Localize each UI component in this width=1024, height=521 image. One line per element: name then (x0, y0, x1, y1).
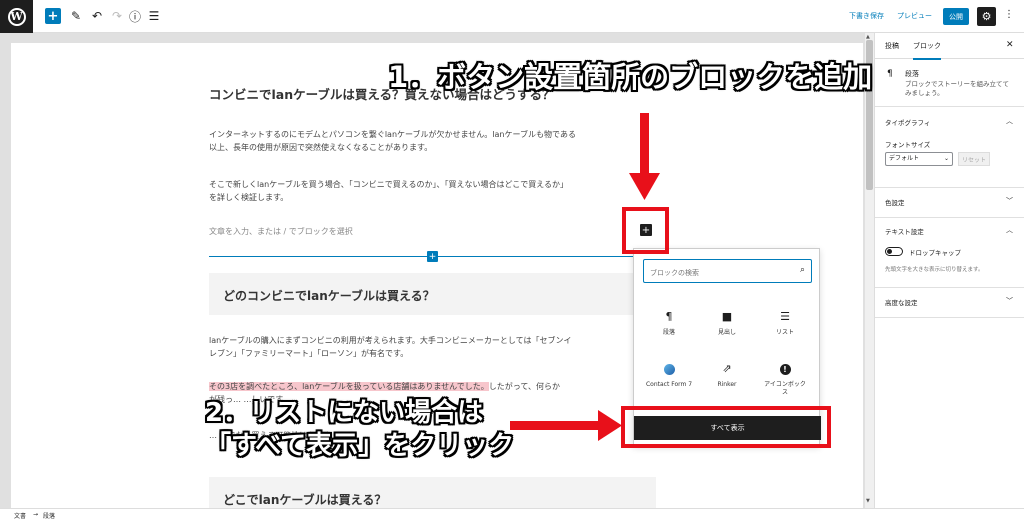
redo-icon[interactable]: ↷ (109, 8, 125, 24)
paragraph-3[interactable]: lanケーブルの購入にまずコンビニの利用が考えられます。大手コンビニメーカーとし… (209, 334, 649, 360)
breadcrumb-separator: → (33, 511, 39, 518)
annotation-step-2-line-1: 2．リストにない場合は (205, 398, 484, 428)
preview-button[interactable]: プレビュー (897, 11, 932, 21)
divider (875, 106, 1024, 107)
wordpress-logo-icon[interactable]: W (0, 0, 33, 33)
divider (875, 287, 1024, 288)
undo-icon[interactable]: ↶ (89, 8, 105, 24)
typography-panel-title[interactable]: タイポグラフィ (885, 117, 930, 127)
block-card-description: ブロックでストーリーを組み立てて みましょう。 (905, 80, 1009, 97)
paragraph-icon: ¶ (887, 69, 893, 79)
top-toolbar: W + ✎ ↶ ↷ ⓘ ☰ 下書き保存 プレビュー 公開 ⚙ ⋮ (0, 0, 1024, 33)
inserter-item-contact-form-7[interactable]: Contact Form 7 (640, 361, 698, 405)
list-icon: ☰ (780, 310, 790, 323)
chevron-up-icon[interactable]: ︿ (1006, 116, 1013, 126)
more-options-icon[interactable]: ⋮ (1004, 9, 1014, 20)
external-link-icon: ⇗ (722, 362, 732, 375)
inserter-item-rinker[interactable]: ⇗ Rinker (698, 361, 756, 405)
empty-block-placeholder[interactable]: 文章を入力、または / でブロックを選択 (209, 226, 353, 237)
list-view-icon[interactable]: ☰ (146, 8, 162, 24)
divider (875, 187, 1024, 188)
settings-sidebar: 投稿 ブロック ✕ ¶ 段落 ブロックでストーリーを組み立てて みましょう。 タ… (874, 33, 1024, 508)
chevron-down-icon: ⌄ (943, 155, 949, 162)
scroll-up-icon[interactable]: ▲ (866, 34, 870, 40)
block-search-field[interactable]: ⌕ (643, 259, 812, 283)
scroll-down-icon[interactable]: ▼ (866, 498, 870, 504)
heading-block-2[interactable]: どこでlanケーブルは買える？ (209, 477, 656, 508)
divider (875, 217, 1024, 218)
divider (875, 317, 1024, 318)
breadcrumb: 文書 → 段落 (0, 508, 1024, 521)
drop-cap-label: ドロップキャップ (909, 249, 961, 257)
paragraph-2[interactable]: そこで新しくlanケーブルを買う場合、「コンビニで買えるのか」、「買えない場合は… (209, 178, 649, 204)
tab-post[interactable]: 投稿 (885, 41, 899, 51)
inserter-item-heading[interactable]: ■ 見出し (698, 309, 756, 353)
block-search-input[interactable] (650, 263, 790, 283)
block-card-title: 段落 (905, 70, 919, 78)
text-settings-panel-title[interactable]: テキスト設定 (885, 226, 924, 236)
highlight-box-add-button (622, 207, 669, 254)
pencil-icon[interactable]: ✎ (68, 8, 84, 24)
annotation-step-1: 1．ボタン設置箇所のブロックを追加 (388, 60, 873, 94)
bookmark-icon: ■ (721, 310, 733, 323)
info-icon[interactable]: ⓘ (127, 8, 143, 24)
inserter-item-list[interactable]: ☰ リスト (756, 309, 814, 353)
search-icon: ⌕ (799, 265, 805, 275)
advanced-panel-title[interactable]: 高度な設定 (885, 297, 918, 307)
paragraph-1[interactable]: インターネットするのにモデムとパソコンを繋ぐlanケーブルが欠かせません。lan… (209, 128, 649, 154)
save-draft-button[interactable]: 下書き保存 (849, 11, 884, 21)
gear-icon[interactable]: ⚙ (977, 7, 996, 26)
chevron-up-icon[interactable]: ︿ (1006, 225, 1013, 235)
drop-cap-help: 先頭文字を大きな表示に切り替えます。 (885, 267, 984, 273)
exclamation-icon: ! (779, 364, 791, 375)
chevron-down-icon[interactable]: ﹀ (1006, 296, 1013, 306)
heading-block-1[interactable]: どのコンビニでlanケーブルは買える？ (209, 273, 656, 315)
add-block-button[interactable]: + (45, 8, 61, 24)
publish-button[interactable]: 公開 (943, 8, 969, 25)
font-size-select[interactable]: デフォルト ⌄ (885, 152, 953, 166)
contact-form-7-icon (663, 363, 675, 375)
insertion-point-add-button[interactable]: + (427, 251, 438, 262)
inserter-item-paragraph[interactable]: ¶ 段落 (640, 309, 698, 353)
breadcrumb-current[interactable]: 段落 (43, 511, 55, 520)
annotation-step-2-line-2: 「すべて表示」をクリック (205, 431, 515, 461)
highlight-box-show-all (621, 406, 831, 448)
sidebar-tabs: 投稿 ブロック ✕ (875, 33, 1024, 60)
close-icon[interactable]: ✕ (1006, 40, 1014, 50)
inserter-item-icon-box[interactable]: ! アイコンボックス (756, 361, 814, 405)
chevron-down-icon[interactable]: ﹀ (1006, 196, 1013, 206)
drop-cap-toggle[interactable] (885, 247, 903, 256)
breadcrumb-root[interactable]: 文書 (14, 511, 26, 520)
color-settings-panel-title[interactable]: 色設定 (885, 197, 905, 207)
tab-block[interactable]: ブロック (913, 41, 941, 60)
reset-button[interactable]: リセット (958, 152, 990, 166)
paragraph-icon: ¶ (665, 310, 673, 323)
font-size-label: フォントサイズ (885, 141, 931, 149)
